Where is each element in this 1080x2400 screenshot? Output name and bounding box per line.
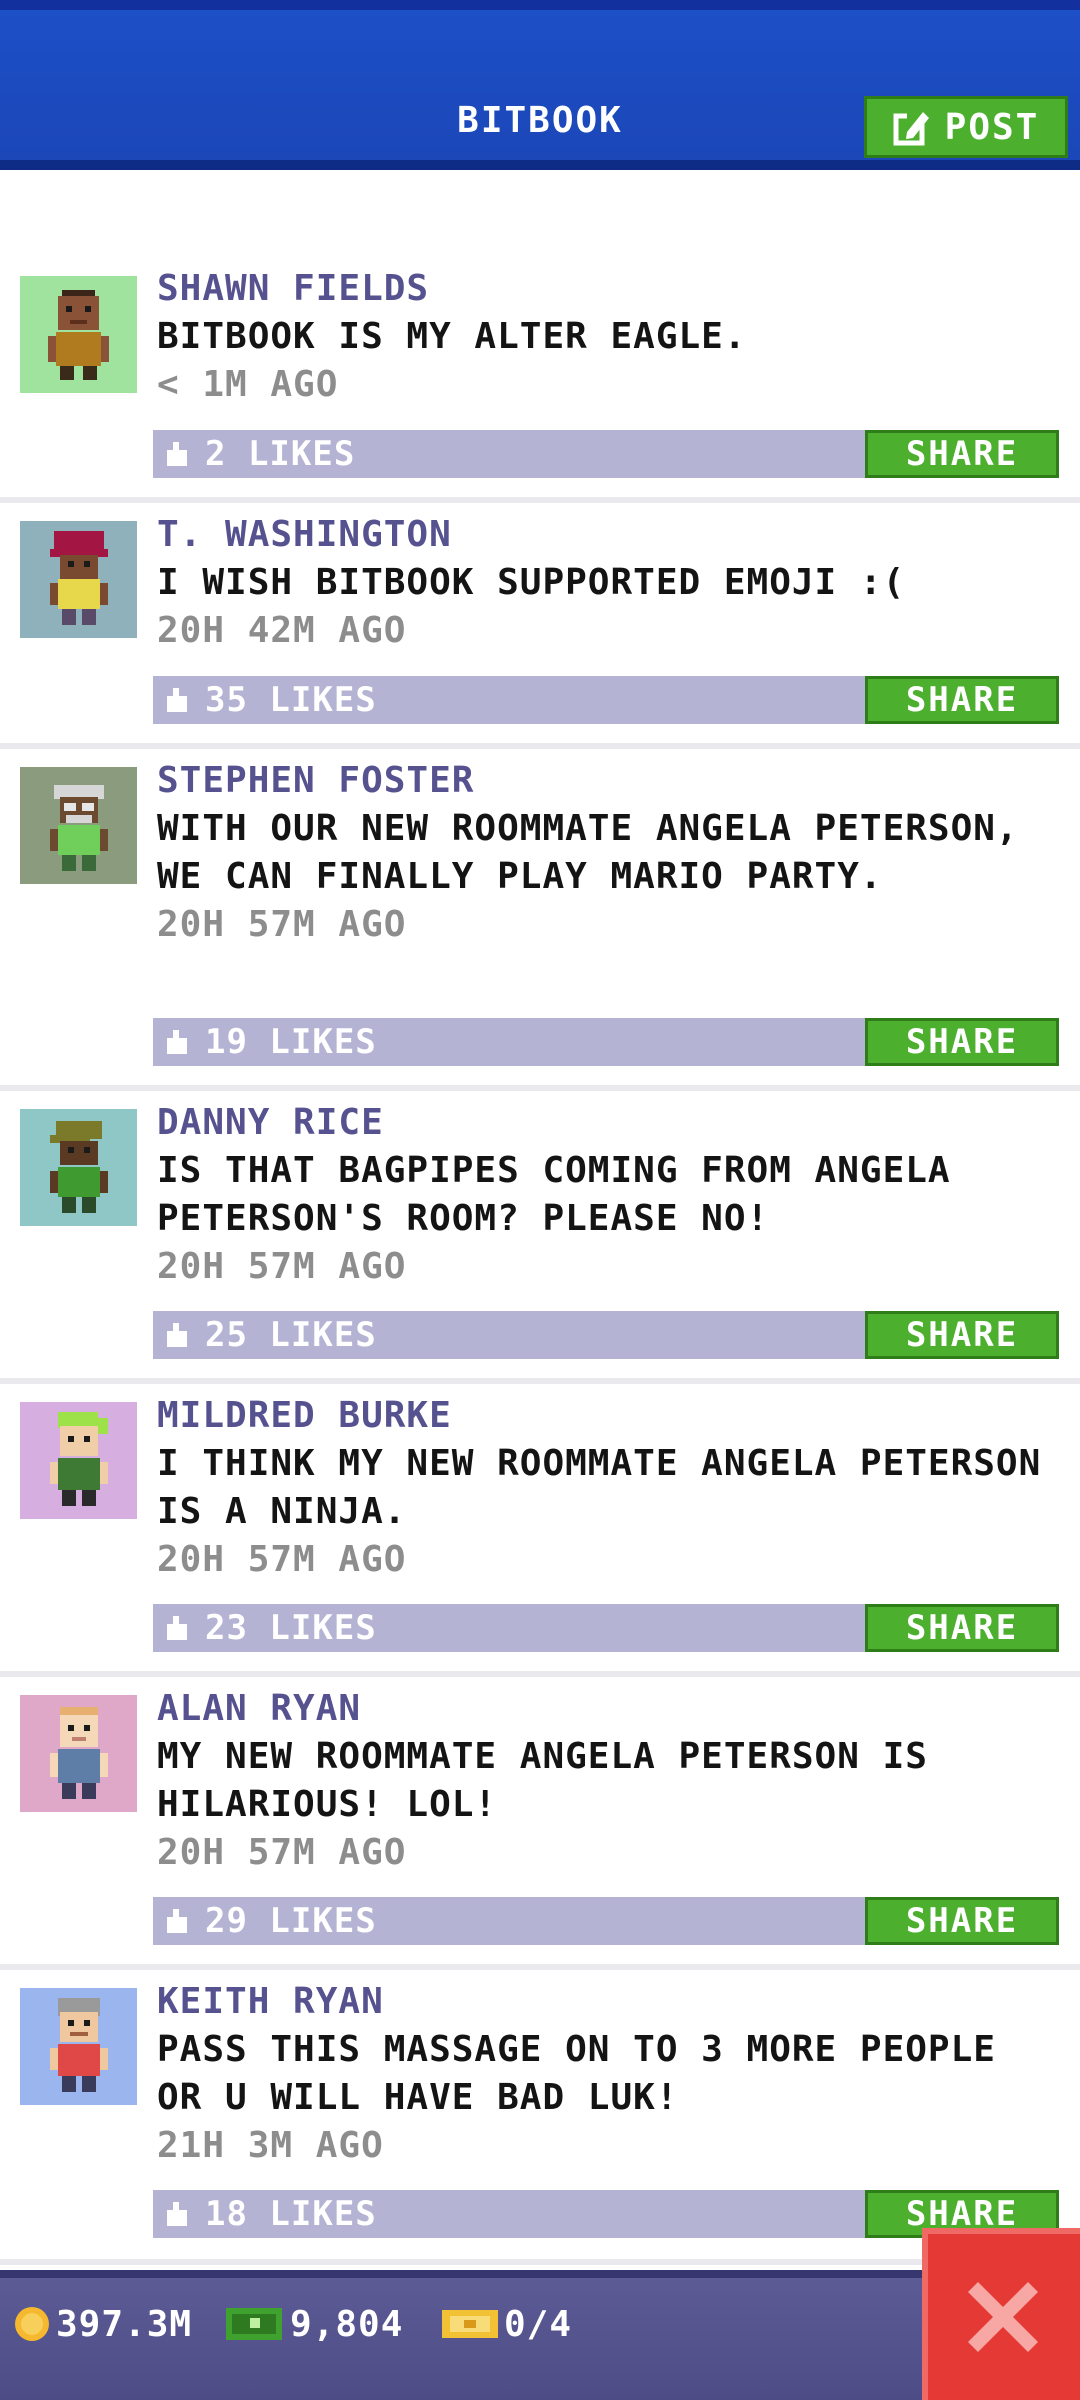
feed-post: STEPHEN FOSTER WITH OUR NEW ROOMMATE ANG… bbox=[0, 749, 1080, 1091]
like-count: 29 LIKES bbox=[205, 1901, 377, 1941]
post-author[interactable]: KEITH RYAN bbox=[157, 1978, 1050, 2026]
post-timestamp: 20H 57M AGO bbox=[157, 1832, 407, 1873]
post-message: I THINK MY NEW ROOMMATE ANGELA PETERSON … bbox=[157, 1443, 1042, 1532]
feed-post: T. WASHINGTON I WISH BITBOOK SUPPORTED E… bbox=[0, 503, 1080, 749]
thumbs-up-icon bbox=[167, 1323, 187, 1347]
status-bar: 397.3M 9,804 0/4 bbox=[0, 2270, 1080, 2400]
like-count: 23 LIKES bbox=[205, 1608, 377, 1648]
thumbs-up-icon bbox=[167, 688, 187, 712]
post-timestamp: < 1M AGO bbox=[157, 364, 339, 405]
ticket-icon bbox=[442, 2310, 498, 2338]
thumbs-up-icon bbox=[167, 442, 187, 466]
post-message: IS THAT BAGPIPES COMING FROM ANGELA PETE… bbox=[157, 1150, 951, 1239]
tickets-value: 0/4 bbox=[504, 2303, 573, 2345]
share-button[interactable]: SHARE bbox=[865, 676, 1059, 724]
app-header: BITBOOK POST bbox=[0, 0, 1080, 170]
edit-icon bbox=[893, 110, 929, 146]
avatar[interactable] bbox=[20, 1988, 137, 2105]
thumbs-up-icon bbox=[167, 1616, 187, 1640]
like-count: 19 LIKES bbox=[205, 1022, 377, 1062]
post-author[interactable]: SHAWN FIELDS bbox=[157, 265, 1050, 313]
coins-value: 397.3M bbox=[56, 2303, 193, 2345]
close-icon bbox=[968, 2282, 1038, 2352]
share-button[interactable]: SHARE bbox=[865, 1897, 1059, 1945]
post-message: PASS THIS MASSAGE ON TO 3 MORE PEOPLE OR… bbox=[157, 2029, 996, 2118]
share-button[interactable]: SHARE bbox=[865, 1604, 1059, 1652]
bux-value: 9,804 bbox=[290, 2303, 404, 2345]
share-button[interactable]: SHARE bbox=[865, 1018, 1059, 1066]
like-count: 2 LIKES bbox=[205, 434, 356, 474]
post-author[interactable]: MILDRED BURKE bbox=[157, 1392, 1050, 1440]
post-timestamp: 20H 57M AGO bbox=[157, 1539, 407, 1580]
post-timestamp: 20H 42M AGO bbox=[157, 610, 407, 651]
post-button-label: POST bbox=[944, 106, 1040, 148]
thumbs-up-icon bbox=[167, 2202, 187, 2226]
coin-icon bbox=[15, 2307, 49, 2341]
coins-stat: 397.3M bbox=[12, 2294, 192, 2354]
avatar[interactable] bbox=[20, 767, 137, 884]
post-author[interactable]: DANNY RICE bbox=[157, 1099, 1050, 1147]
feed-post: MILDRED BURKE I THINK MY NEW ROOMMATE AN… bbox=[0, 1384, 1080, 1677]
avatar[interactable] bbox=[20, 276, 137, 393]
avatar[interactable] bbox=[20, 521, 137, 638]
avatar[interactable] bbox=[20, 1109, 137, 1226]
feed-post: KEITH RYAN PASS THIS MASSAGE ON TO 3 MOR… bbox=[0, 1970, 1080, 2265]
like-count: 18 LIKES bbox=[205, 2194, 377, 2234]
tickets-stat: 0/4 bbox=[440, 2294, 572, 2354]
feed-post: SHAWN FIELDS BITBOOK IS MY ALTER EAGLE. … bbox=[0, 170, 1080, 503]
like-count: 35 LIKES bbox=[205, 680, 377, 720]
post-button[interactable]: POST bbox=[864, 96, 1068, 158]
like-count: 25 LIKES bbox=[205, 1315, 377, 1355]
post-message: WITH OUR NEW ROOMMATE ANGELA PETERSON, W… bbox=[157, 808, 1019, 897]
post-message: MY NEW ROOMMATE ANGELA PETERSON IS HILAR… bbox=[157, 1736, 928, 1825]
post-timestamp: 20H 57M AGO bbox=[157, 1246, 407, 1287]
post-message: BITBOOK IS MY ALTER EAGLE. bbox=[157, 316, 747, 357]
feed-post: ALAN RYAN MY NEW ROOMMATE ANGELA PETERSO… bbox=[0, 1677, 1080, 1970]
post-timestamp: 20H 57M AGO bbox=[157, 904, 407, 945]
post-author[interactable]: T. WASHINGTON bbox=[157, 511, 1050, 559]
avatar[interactable] bbox=[20, 1695, 137, 1812]
share-button[interactable]: SHARE bbox=[865, 430, 1059, 478]
thumbs-up-icon bbox=[167, 1030, 187, 1054]
close-button[interactable] bbox=[922, 2228, 1080, 2400]
feed-list[interactable]: SHAWN FIELDS BITBOOK IS MY ALTER EAGLE. … bbox=[0, 170, 1080, 2265]
avatar[interactable] bbox=[20, 1402, 137, 1519]
feed-post: DANNY RICE IS THAT BAGPIPES COMING FROM … bbox=[0, 1091, 1080, 1384]
post-author[interactable]: STEPHEN FOSTER bbox=[157, 757, 1050, 805]
bux-stat: 9,804 bbox=[222, 2294, 403, 2354]
post-author[interactable]: ALAN RYAN bbox=[157, 1685, 1050, 1733]
bux-icon bbox=[226, 2308, 282, 2340]
post-message: I WISH BITBOOK SUPPORTED EMOJI :( bbox=[157, 562, 906, 603]
thumbs-up-icon bbox=[167, 1909, 187, 1933]
share-button[interactable]: SHARE bbox=[865, 1311, 1059, 1359]
post-timestamp: 21H 3M AGO bbox=[157, 2125, 384, 2166]
